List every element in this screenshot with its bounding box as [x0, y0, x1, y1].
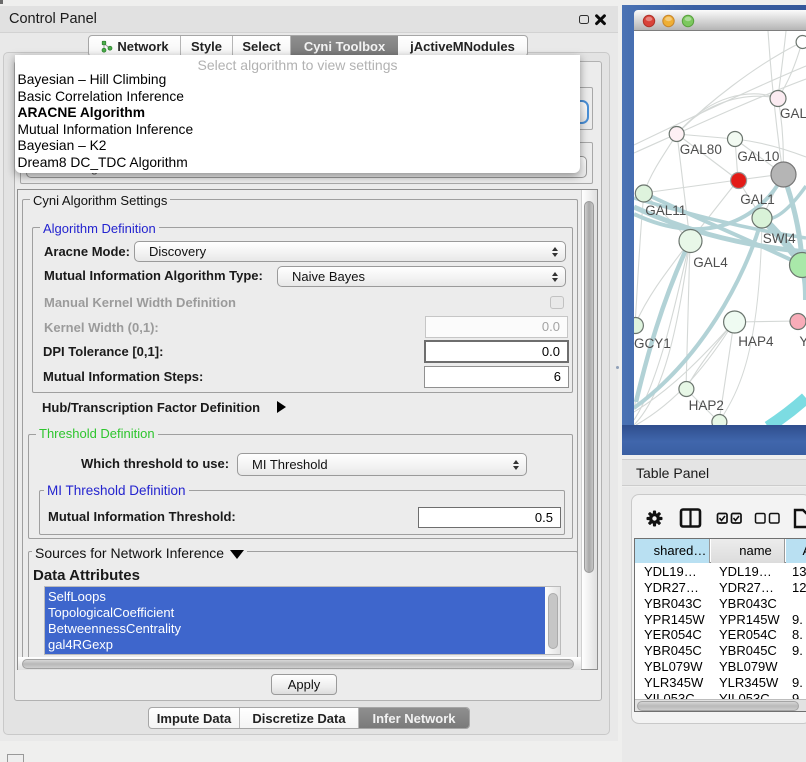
- svg-text:SWI4: SWI4: [763, 231, 796, 246]
- svg-text:Y: Y: [799, 334, 806, 349]
- svg-text:GAL1: GAL1: [740, 192, 775, 207]
- svg-text:GAL10: GAL10: [737, 149, 779, 164]
- svg-text:GAL4: GAL4: [693, 255, 728, 270]
- svg-text:GAL80: GAL80: [680, 142, 722, 157]
- svg-text:GCY1: GCY1: [634, 336, 671, 351]
- svg-text:HAP2: HAP2: [689, 398, 724, 413]
- svg-text:GAL11: GAL11: [645, 203, 686, 218]
- svg-text:GAL: GAL: [780, 106, 806, 121]
- svg-text:HAP4: HAP4: [738, 334, 774, 349]
